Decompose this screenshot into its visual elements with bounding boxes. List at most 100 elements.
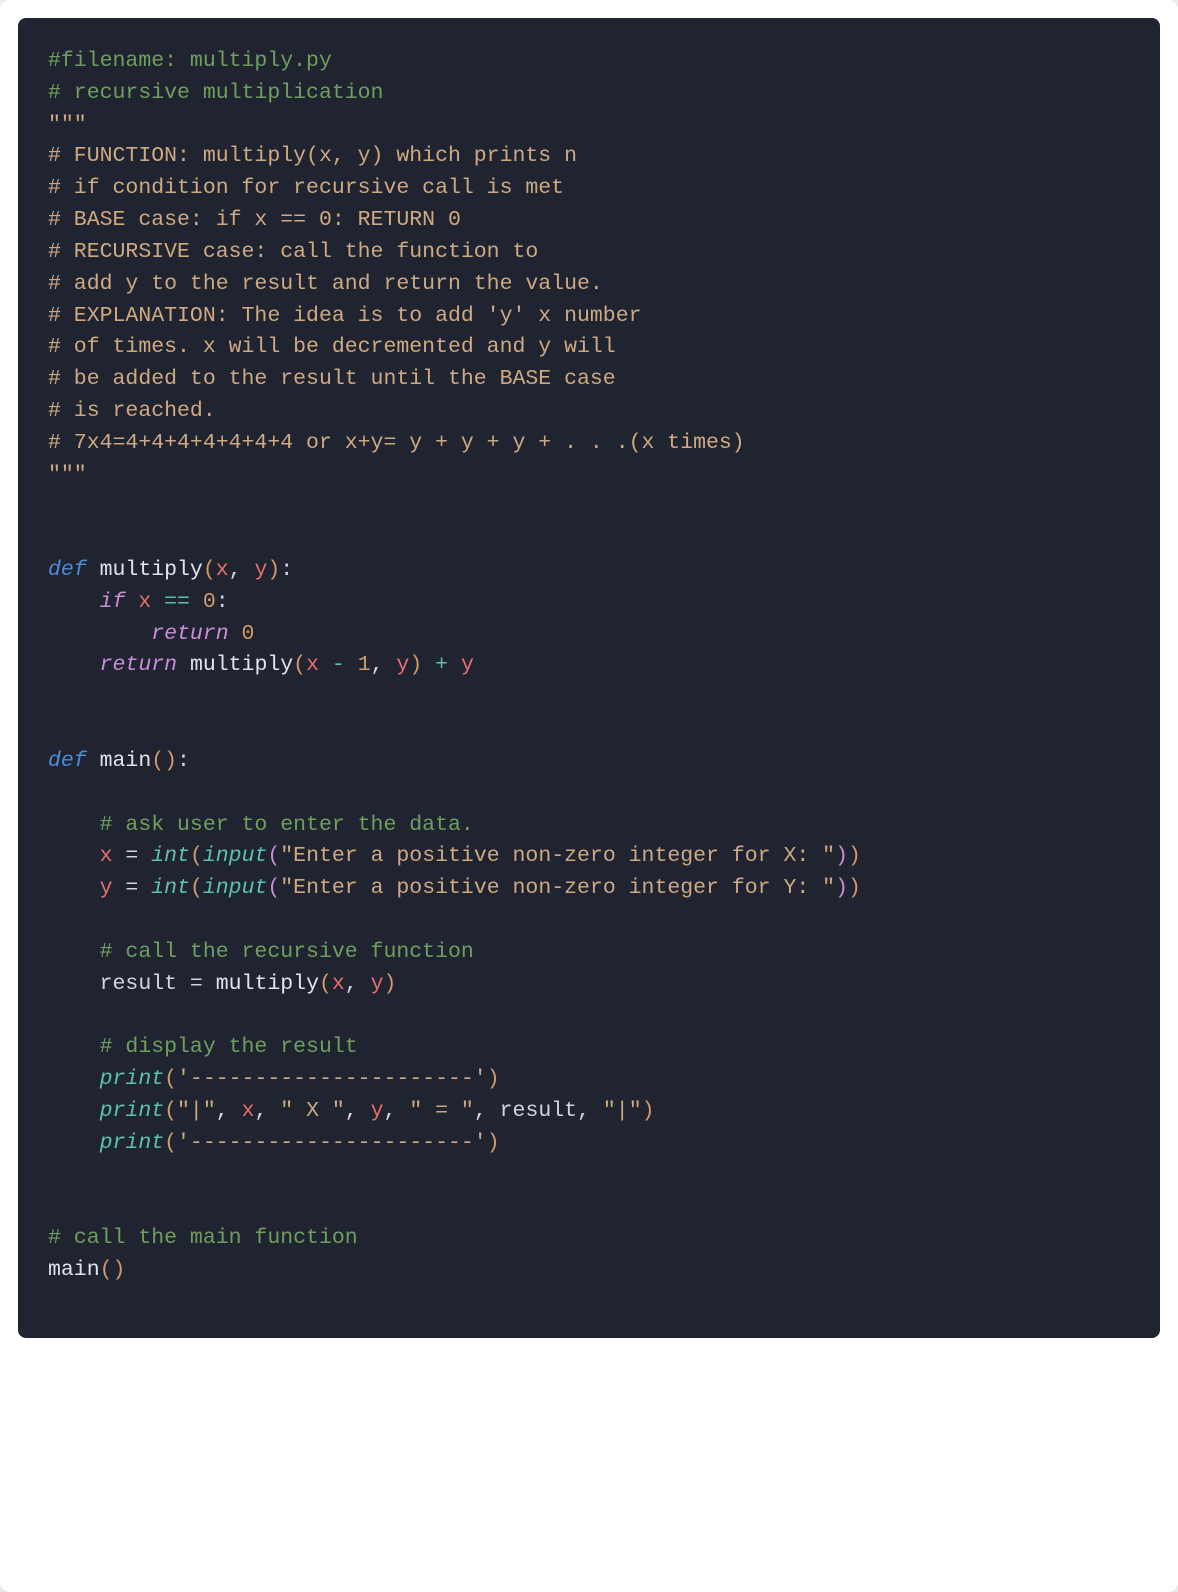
call-multiply: multiply (216, 972, 319, 996)
call-multiply: multiply (190, 653, 293, 677)
string-literal: " X " (280, 1099, 345, 1123)
keyword-if: if (100, 590, 126, 614)
var-x: x (332, 972, 345, 996)
op-minus: - (332, 653, 345, 677)
paren: ( (164, 1131, 177, 1155)
space (229, 622, 242, 646)
builtin-print: print (100, 1131, 165, 1155)
var-y: y (396, 653, 409, 677)
paren: ) (113, 1258, 126, 1282)
comma: , (254, 1099, 280, 1123)
paren: ( (100, 1258, 113, 1282)
var-y: y (371, 972, 384, 996)
var-x: x (242, 1099, 255, 1123)
code-content: #filename: multiply.py # recursive multi… (48, 46, 1130, 1287)
docstring-line: # EXPLANATION: The idea is to add 'y' x … (48, 304, 642, 328)
indent (48, 813, 100, 837)
paren: ) (835, 844, 848, 868)
space (422, 653, 435, 677)
builtin-input: input (203, 844, 268, 868)
var-x: x (100, 844, 113, 868)
indent (48, 590, 100, 614)
indent (48, 1099, 100, 1123)
paren: ) (487, 1067, 500, 1091)
builtin-int: int (151, 876, 190, 900)
num-zero: 0 (242, 622, 255, 646)
paren: ( (151, 749, 164, 773)
var-result: result (100, 972, 177, 996)
paren: ( (293, 653, 306, 677)
docstring-line: # RECURSIVE case: call the function to (48, 240, 538, 264)
paren: ( (190, 844, 203, 868)
code-comment: # display the result (100, 1035, 358, 1059)
var-y: y (100, 876, 113, 900)
code-comment: # ask user to enter the data. (100, 813, 474, 837)
comma: , (577, 1099, 603, 1123)
code-comment: # call the main function (48, 1226, 358, 1250)
assign: = (177, 972, 216, 996)
docstring-line: # of times. x will be decremented and y … (48, 335, 616, 359)
paren: ) (487, 1131, 500, 1155)
colon: : (177, 749, 190, 773)
docstring-line: # be added to the result until the BASE … (48, 367, 616, 391)
space (177, 653, 190, 677)
colon: : (280, 558, 293, 582)
keyword-def: def (48, 749, 87, 773)
paren: ) (384, 972, 397, 996)
indent (48, 1035, 100, 1059)
comma: , (345, 1099, 371, 1123)
indent (48, 876, 100, 900)
comma: , (474, 1099, 500, 1123)
string-literal: '----------------------' (177, 1067, 487, 1091)
docstring-line: # add y to the result and return the val… (48, 272, 603, 296)
page-frame: #filename: multiply.py # recursive multi… (0, 0, 1178, 1592)
keyword-return: return (100, 653, 177, 677)
param-y: y (254, 558, 267, 582)
var-y: y (461, 653, 474, 677)
comma: , (216, 1099, 242, 1123)
string-literal: "|" (603, 1099, 642, 1123)
code-comment: # call the recursive function (100, 940, 474, 964)
string-literal: "|" (177, 1099, 216, 1123)
op-eq: == (164, 590, 190, 614)
paren: ( (164, 1067, 177, 1091)
space (190, 590, 203, 614)
call-main: main (48, 1258, 100, 1282)
paren: ) (848, 844, 861, 868)
docstring-quote: """ (48, 113, 87, 137)
indent (48, 844, 100, 868)
docstring-line: # BASE case: if x == 0: RETURN 0 (48, 208, 461, 232)
builtin-int: int (151, 844, 190, 868)
indent (48, 972, 100, 996)
builtin-print: print (100, 1067, 165, 1091)
paren: ( (164, 1099, 177, 1123)
space (125, 590, 138, 614)
indent (48, 653, 100, 677)
indent (48, 1131, 100, 1155)
docstring-quote: """ (48, 463, 87, 487)
comma: , (345, 972, 371, 996)
docstring-line: # if condition for recursive call is met (48, 176, 564, 200)
indent (48, 1067, 100, 1091)
string-literal: " = " (409, 1099, 474, 1123)
colon: : (216, 590, 229, 614)
code-comment: # recursive multiplication (48, 81, 383, 105)
var-x: x (138, 590, 151, 614)
paren: ( (319, 972, 332, 996)
function-name-main: main (87, 749, 152, 773)
keyword-def: def (48, 558, 87, 582)
indent (48, 940, 100, 964)
paren: ) (267, 558, 280, 582)
paren: ) (642, 1099, 655, 1123)
space (319, 653, 332, 677)
keyword-return: return (151, 622, 228, 646)
param-x: x (216, 558, 229, 582)
paren: ( (267, 876, 280, 900)
code-block: #filename: multiply.py # recursive multi… (18, 18, 1160, 1338)
assign: = (113, 844, 152, 868)
assign: = (113, 876, 152, 900)
comma: , (371, 653, 397, 677)
var-x: x (306, 653, 319, 677)
function-name-multiply: multiply (87, 558, 203, 582)
comma: , (384, 1099, 410, 1123)
